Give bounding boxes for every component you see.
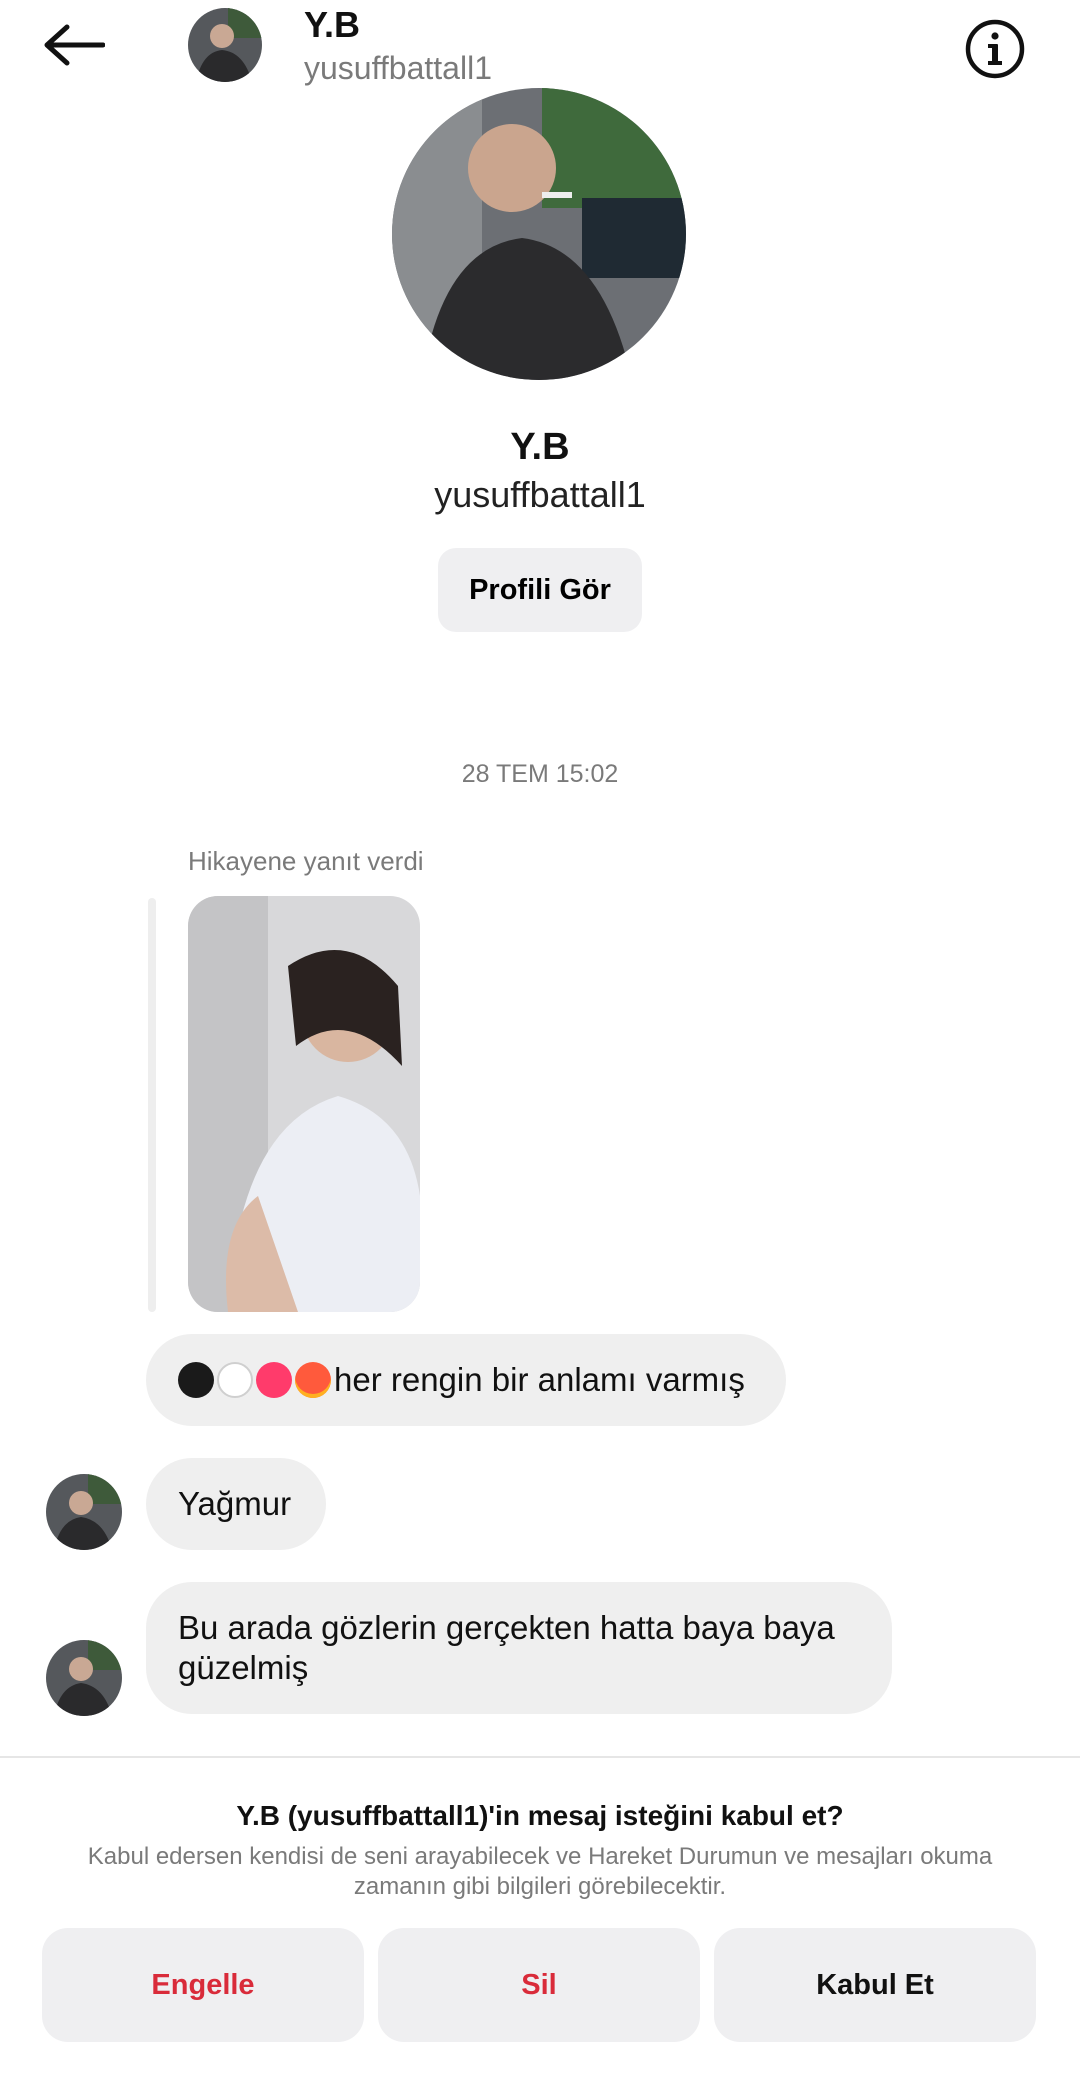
pink-heart-icon [256, 1362, 292, 1398]
white-heart-icon [217, 1362, 253, 1398]
header-username[interactable]: yusuffbattall1 [304, 50, 492, 87]
message-bubble[interactable]: Yağmur [146, 1458, 326, 1550]
heart-on-fire-icon [295, 1362, 331, 1398]
profile-photo[interactable] [392, 88, 686, 380]
request-description: Kabul edersen kendisi de seni arayabilec… [87, 1843, 993, 1900]
delete-button[interactable]: Sil [378, 1928, 700, 2042]
header-name[interactable]: Y.B [304, 4, 360, 46]
story-thumbnail[interactable] [188, 896, 420, 1312]
message-bubble[interactable]: her rengin bir anlamı varmış [146, 1334, 786, 1426]
emoji-group [178, 1362, 334, 1398]
accept-button[interactable]: Kabul Et [714, 1928, 1036, 2042]
divider [0, 1756, 1080, 1758]
header-avatar[interactable] [188, 8, 262, 82]
black-heart-icon [178, 1362, 214, 1398]
profile-name: Y.B [510, 426, 570, 468]
story-reply-bar [148, 898, 156, 1312]
view-profile-button[interactable]: Profili Gör [438, 548, 642, 632]
back-button[interactable] [36, 12, 112, 78]
message-timestamp: 28 TEM 15:02 [461, 760, 619, 788]
profile-username: yusuffbattall1 [434, 474, 646, 515]
message-bubble[interactable]: Bu arada gözlerin gerçekten hatta baya b… [146, 1582, 892, 1714]
message-text: Bu arada gözlerin gerçekten hatta baya b… [178, 1609, 835, 1686]
message-text: Yağmur [178, 1485, 292, 1522]
sender-avatar[interactable] [46, 1474, 122, 1550]
request-title: Y.B (yusuffbattall1)'in mesaj isteğini k… [236, 1800, 844, 1831]
message-text: her rengin bir anlamı varmış [334, 1361, 745, 1398]
info-circle-icon [965, 19, 1025, 79]
story-reply-label: Hikayene yanıt verdi [188, 846, 424, 876]
arrow-left-icon [44, 24, 105, 66]
sender-avatar[interactable] [46, 1640, 122, 1716]
info-button[interactable] [960, 14, 1030, 84]
block-button[interactable]: Engelle [42, 1928, 364, 2042]
